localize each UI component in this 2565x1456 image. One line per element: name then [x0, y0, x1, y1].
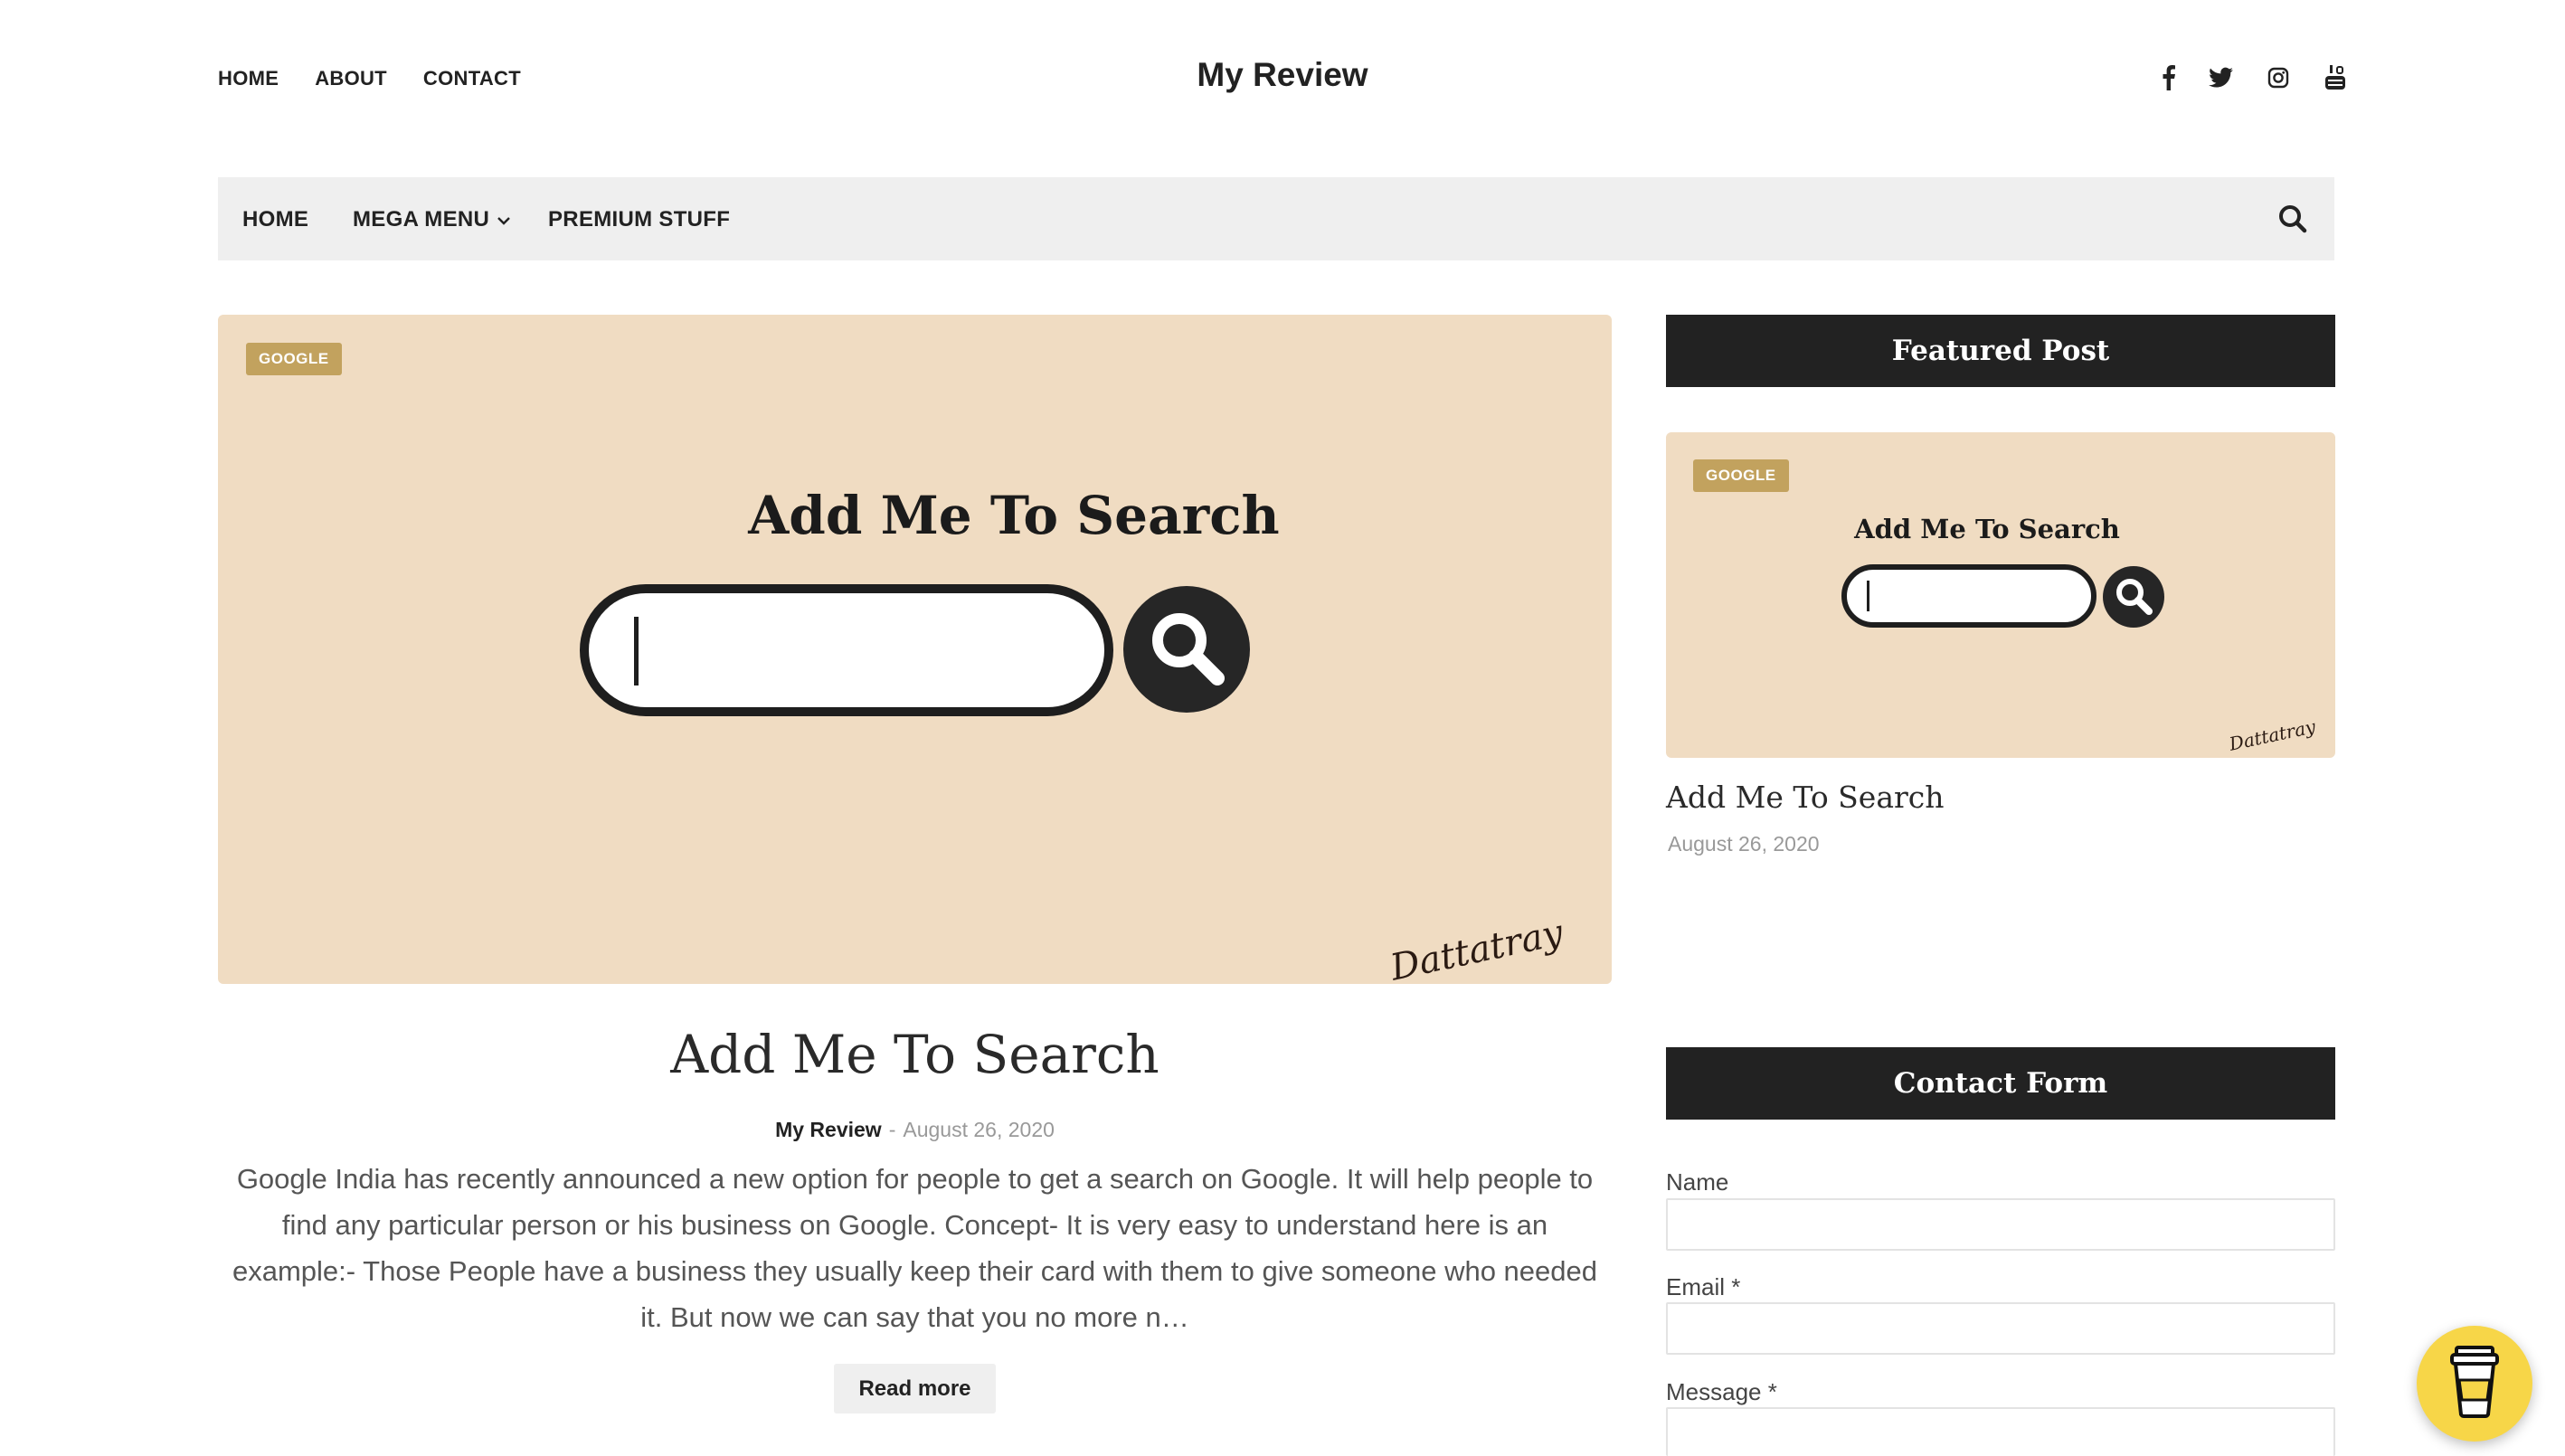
- image-signature: Dattatray: [1387, 912, 1567, 984]
- nav-item-premium-stuff[interactable]: PREMIUM STUFF: [548, 207, 730, 232]
- message-label: Message *: [1666, 1378, 1777, 1405]
- email-field[interactable]: [1666, 1302, 2335, 1355]
- nav-item-premium-stuff-label: PREMIUM STUFF: [548, 207, 731, 232]
- coffee-cup-icon: [2447, 1344, 2502, 1424]
- image-search-icon: [1123, 586, 1250, 713]
- read-more-button[interactable]: Read more: [834, 1364, 996, 1413]
- post-excerpt: Google India has recently announced a ne…: [232, 1163, 1597, 1333]
- featured-image-searchbar: [1841, 564, 2096, 628]
- featured-post-date: August 26, 2020: [1668, 832, 1820, 856]
- featured-post-title[interactable]: Add Me To Search: [1666, 780, 1945, 815]
- nav-item-mega-menu[interactable]: MEGA MENU: [353, 207, 511, 232]
- featured-category-badge[interactable]: GOOGLE: [1693, 459, 1789, 492]
- featured-post-image[interactable]: GOOGLE Add Me To Search Dattatray: [1666, 432, 2335, 758]
- meta-separator: -: [888, 1118, 896, 1141]
- nav-item-home[interactable]: HOME: [242, 207, 308, 232]
- category-badge[interactable]: GOOGLE: [246, 343, 342, 375]
- facebook-icon[interactable]: [2154, 63, 2183, 92]
- twitter-icon[interactable]: [2207, 63, 2236, 92]
- youtube-icon[interactable]: [2321, 63, 2350, 92]
- featured-image-signature: Dattatray: [2227, 715, 2318, 755]
- name-label: Name: [1666, 1168, 1729, 1196]
- image-heading: Add Me To Search: [748, 485, 1280, 546]
- search-icon[interactable]: [2276, 203, 2309, 235]
- name-field[interactable]: [1666, 1198, 2335, 1251]
- post-date: August 26, 2020: [903, 1118, 1055, 1141]
- featured-image-heading: Add Me To Search: [1854, 514, 2120, 544]
- post-title[interactable]: Add Me To Search: [218, 1024, 1612, 1085]
- chevron-down-icon: [497, 207, 511, 232]
- nav-item-home-label: HOME: [242, 207, 309, 232]
- post-meta: My Review - August 26, 2020: [218, 1118, 1612, 1142]
- hero-image[interactable]: GOOGLE Add Me To Search Dattatray: [218, 315, 1612, 984]
- nav-item-mega-menu-label: MEGA MENU: [353, 207, 490, 232]
- featured-post-heading: Featured Post: [1666, 315, 2335, 387]
- buy-me-a-coffee-button[interactable]: [2417, 1326, 2532, 1442]
- main-nav: HOME MEGA MENU PREMIUM STUFF: [218, 177, 2334, 260]
- instagram-icon[interactable]: [2264, 63, 2293, 92]
- email-label: Email *: [1666, 1273, 1741, 1300]
- featured-image-search-icon: [2103, 566, 2164, 628]
- contact-form-heading: Contact Form: [1666, 1047, 2335, 1120]
- message-field[interactable]: [1666, 1407, 2335, 1456]
- post-author[interactable]: My Review: [775, 1118, 882, 1141]
- image-searchbar: [580, 584, 1113, 716]
